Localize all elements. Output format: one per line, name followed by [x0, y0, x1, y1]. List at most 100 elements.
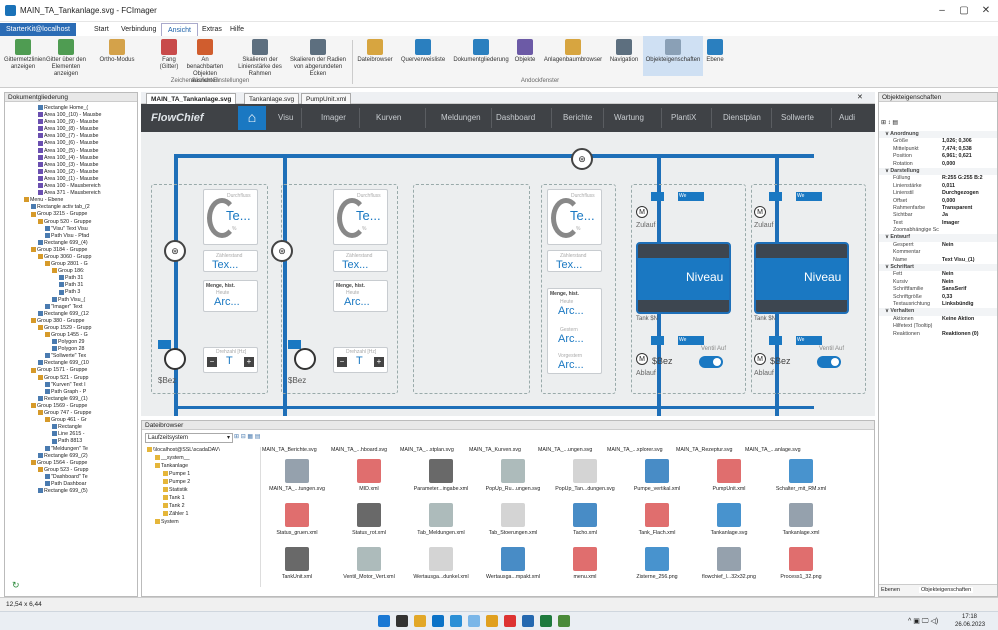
- outline-item[interactable]: Rectangle 699_(4): [7, 240, 135, 247]
- nav-berichte[interactable]: Berichte: [563, 113, 592, 122]
- property-section[interactable]: ∨ Anordnung: [879, 131, 997, 139]
- file-thumbnail[interactable]: Ventil_Motor_Vert.xml: [334, 547, 404, 580]
- folder-item[interactable]: \\localhost@SSL\scadaDAV\: [145, 447, 260, 455]
- nav-audit[interactable]: Audi: [839, 113, 855, 122]
- app-icon-5[interactable]: [504, 615, 516, 627]
- outline-item[interactable]: Rectangle 699_(5): [7, 488, 135, 495]
- file-thumbnail[interactable]: Tacho.xml: [550, 503, 620, 536]
- property-row[interactable]: Linienstärke 0,011: [879, 183, 997, 190]
- file-thumbnail[interactable]: Parameter...ingabe.xml: [406, 459, 476, 492]
- outline-item[interactable]: Area 371 - Mausbereich: [7, 190, 135, 197]
- increase-speed-button[interactable]: +: [374, 357, 384, 367]
- outline-item[interactable]: Path 3: [7, 289, 135, 296]
- pressure-gauge-top[interactable]: ⊛: [571, 148, 593, 170]
- outline-item[interactable]: Group 747 - Gruppe: [7, 410, 135, 417]
- file-thumbnail[interactable]: Process1_32.png: [766, 547, 836, 580]
- scale-radius-button[interactable]: Skalieren der Radien von abgerundeten Ec…: [288, 36, 348, 77]
- outline-item[interactable]: Area 100_(9) - Mausbe: [7, 119, 135, 126]
- file-thumbnail[interactable]: MAIN_TA_...tungen.svg: [262, 459, 332, 492]
- property-row[interactable]: Linienstil Durchgezogen: [879, 190, 997, 197]
- doc-tab-tankanlage[interactable]: Tankanlage.svg: [244, 93, 300, 104]
- outline-item[interactable]: Rectangle Home_(: [7, 105, 135, 112]
- outline-item[interactable]: Group 2801 - G: [7, 261, 135, 268]
- folder-tree[interactable]: \\localhost@SSL\scadaDAV\ __system__ Tanka…: [145, 447, 261, 587]
- outline-item[interactable]: Area 100 - Mausbereich: [7, 183, 135, 190]
- dateibrowser-button[interactable]: Dateibrowser: [355, 36, 395, 76]
- folder-item[interactable]: __system__: [145, 455, 260, 463]
- property-row[interactable]: Größe 1,026; 0,306: [879, 138, 997, 145]
- file-thumbnail[interactable]: Tankanlage.xml: [766, 503, 836, 536]
- file-item[interactable]: MAIN_TA_Kurven.svg: [469, 447, 521, 453]
- file-item[interactable]: MAIN_TA_Berichte.svg: [262, 447, 317, 453]
- file-item[interactable]: MAIN_TA_Rezeptur.svg: [676, 447, 732, 453]
- nav-meldungen[interactable]: Meldungen: [441, 113, 481, 122]
- decrease-speed-button[interactable]: −: [207, 357, 217, 367]
- outline-item[interactable]: Path Visu_(: [7, 297, 135, 304]
- close-doc-icon[interactable]: ✕: [857, 93, 863, 101]
- property-row[interactable]: Name Text Visu_(1): [879, 257, 997, 264]
- pressure-gauge-2[interactable]: ⊛: [271, 240, 293, 262]
- folder-item[interactable]: Zähler 1: [145, 511, 260, 519]
- file-item[interactable]: MAIN_TA_...anlage.svg: [745, 447, 801, 453]
- property-row[interactable]: Rahmenfarbe Transparent: [879, 205, 997, 212]
- outline-item[interactable]: Area 100_(4) - Mausbe: [7, 155, 135, 162]
- file-thumbnail[interactable]: Status_gruen.xml: [262, 503, 332, 536]
- outline-item[interactable]: Path 31: [7, 275, 135, 282]
- pump-icon-2[interactable]: [294, 348, 316, 370]
- outline-item[interactable]: Area 100_(3) - Mausbe: [7, 162, 135, 169]
- nav-imager[interactable]: Imager: [321, 113, 346, 122]
- app-icon-6[interactable]: [558, 615, 570, 627]
- property-row[interactable]: Mittelpunkt 7,474; 0,538: [879, 146, 997, 153]
- gittermetzlinien-button[interactable]: Gittermetzlinien anzeigen: [4, 36, 46, 76]
- property-row[interactable]: Rotation 0,000: [879, 161, 997, 168]
- outline-item[interactable]: Polygon 29: [7, 339, 135, 346]
- increase-speed-button[interactable]: +: [244, 357, 254, 367]
- outline-item[interactable]: Rectangle: [7, 424, 135, 431]
- valve-toggle[interactable]: [699, 356, 723, 368]
- outline-item[interactable]: Rectangle 699_(1): [7, 396, 135, 403]
- property-row[interactable]: Position 6,961; 0,621: [879, 153, 997, 160]
- outline-item[interactable]: Path 31: [7, 282, 135, 289]
- minimize-icon[interactable]: –: [932, 4, 952, 18]
- property-row[interactable]: Gesperrt Nein: [879, 242, 997, 249]
- navigation-button[interactable]: Navigation: [606, 36, 642, 76]
- outline-item[interactable]: Group 1569 - Gruppe: [7, 403, 135, 410]
- outline-item[interactable]: Area 100_(8) - Mausbe: [7, 126, 135, 133]
- outline-item[interactable]: Group 1571 - Gruppe: [7, 367, 135, 374]
- app-icon-2[interactable]: [450, 615, 462, 627]
- outline-item[interactable]: "Meldungen" Te: [7, 446, 135, 453]
- property-row[interactable]: Reaktionen Reaktionen (0): [879, 331, 997, 338]
- outline-item[interactable]: Area 100_(10) - Mausbe: [7, 112, 135, 119]
- property-row[interactable]: Schriftfamilie SansSerif: [879, 286, 997, 293]
- folder-item[interactable]: Statistik: [145, 487, 260, 495]
- file-explorer-icon[interactable]: [414, 615, 426, 627]
- file-thumbnail[interactable]: Schalter_mit_RM.xml: [766, 459, 836, 492]
- tray-icons[interactable]: ^ ▣ 🖵 ◁): [908, 617, 938, 626]
- property-row[interactable]: Offset 0,000: [879, 198, 997, 205]
- objekte-button[interactable]: Objekte: [512, 36, 538, 76]
- outline-item[interactable]: Rectangle 699_(10: [7, 360, 135, 367]
- property-section[interactable]: ∨ Darstellung: [879, 167, 997, 176]
- outline-item[interactable]: Path Dashboar: [7, 481, 135, 488]
- nav-kurven[interactable]: Kurven: [376, 113, 401, 122]
- outline-item[interactable]: Area 100_(2) - Mausbe: [7, 169, 135, 176]
- app-icon-3[interactable]: [468, 615, 480, 627]
- sort-icons[interactable]: ⊞ ↕ ▤: [881, 119, 911, 127]
- nav-sollwerte[interactable]: Sollwerte: [781, 113, 814, 122]
- refresh-icon[interactable]: ↻: [12, 580, 20, 590]
- property-row[interactable]: Aktionen Keine Aktion: [879, 316, 997, 323]
- file-thumbnail[interactable]: PopUp_Tan...dungen.svg: [550, 459, 620, 492]
- nav-dashboard[interactable]: Dashboard: [496, 113, 535, 122]
- tab-objekteigenschaften[interactable]: Objekteigenschaften: [919, 587, 974, 593]
- folder-item[interactable]: Pumpe 1: [145, 471, 260, 479]
- property-row[interactable]: Kommentar: [879, 249, 997, 256]
- property-row[interactable]: Textausrichtung Linksbündig: [879, 301, 997, 308]
- outline-item[interactable]: Group 3060 - Grupp: [7, 254, 135, 261]
- edge-icon[interactable]: [432, 615, 444, 627]
- dokumentgliederung-button[interactable]: Dokumentgliederung: [450, 36, 512, 76]
- property-row[interactable]: Schriftgröße 0,33: [879, 294, 997, 301]
- view-toggle-icons[interactable]: ⊞ ⊟ ▦ ▤: [234, 433, 274, 443]
- home-icon[interactable]: ⌂: [238, 106, 266, 130]
- outline-tree[interactable]: Rectangle Home_(Area 100_(10) - Mausbe Ar…: [7, 105, 135, 585]
- file-thumbnail[interactable]: Pumpe_vertikal.xml: [622, 459, 692, 492]
